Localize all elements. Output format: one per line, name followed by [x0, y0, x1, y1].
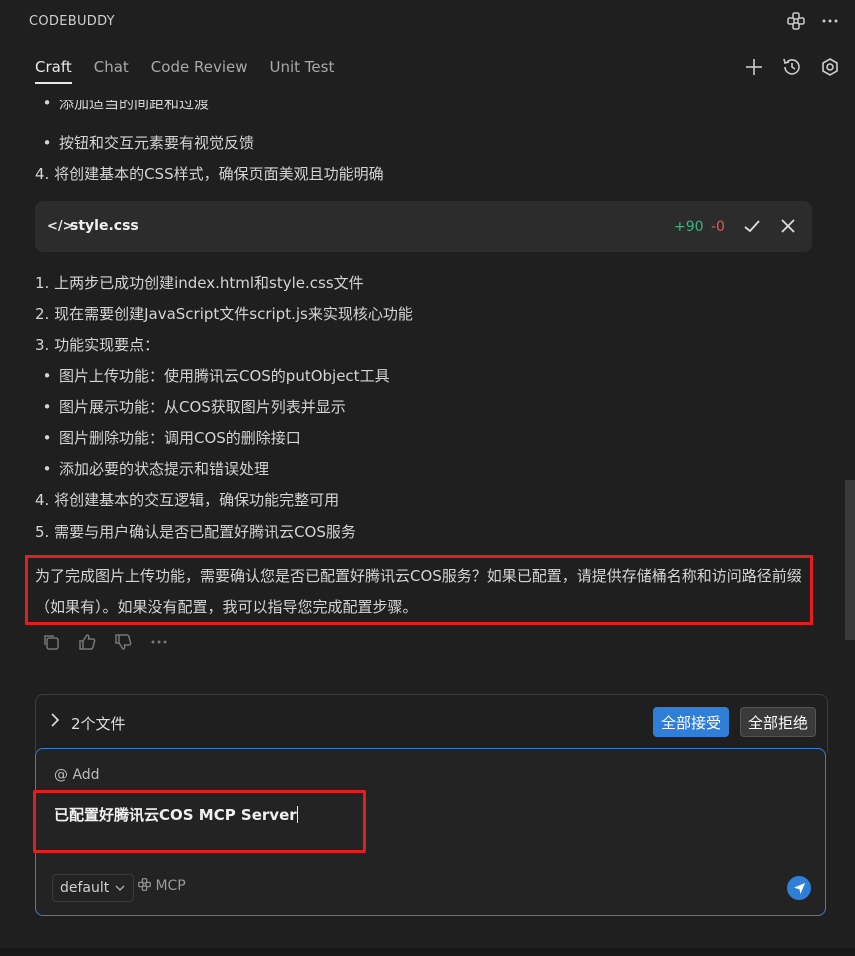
input-highlight-box [33, 790, 366, 853]
tab-chat[interactable]: Chat [94, 58, 129, 84]
list-item: 添加必要的状态提示和错误处理 [35, 458, 269, 479]
history-icon[interactable] [781, 56, 803, 78]
send-button[interactable] [787, 876, 811, 900]
list-item: 按钮和交互元素要有视觉反馈 [35, 132, 254, 153]
new-chat-icon[interactable] [743, 56, 765, 78]
reject-close-icon[interactable] [777, 215, 799, 237]
tab-bar: Craft Chat Code Review Unit Test [35, 58, 334, 84]
list-item: 3. 功能实现要点： [35, 336, 160, 354]
list-item: 4. 将创建基本的CSS样式，确保页面美观且功能明确 [35, 165, 384, 183]
status-bar [0, 948, 855, 956]
file-name: style.css [70, 218, 139, 234]
tab-craft[interactable]: Craft [35, 58, 72, 84]
add-context-button[interactable]: @ Add [54, 767, 100, 783]
additions-count: +90 [674, 219, 704, 235]
list-item: 图片删除功能：调用COS的删除接口 [35, 427, 301, 448]
mcp-plugin-icon[interactable] [785, 10, 807, 32]
chevron-right-icon[interactable] [50, 713, 60, 731]
conversation: 添加适当的间距和过渡 按钮和交互元素要有视觉反馈 4. 将创建基本的CSS样式，… [0, 100, 845, 660]
list-item: 图片上传功能：使用腾讯云COS的putObject工具 [35, 365, 390, 386]
scrollbar-thumb[interactable] [845, 480, 855, 640]
copy-icon[interactable] [40, 631, 62, 653]
mcp-toggle[interactable]: MCP [138, 878, 186, 894]
mode-select[interactable]: default [52, 874, 134, 902]
chevron-down-icon [115, 885, 125, 891]
top-bar: CODEBUDDY [0, 0, 855, 44]
list-item: 5. 需要与用户确认是否已配置好腾讯云COS服务 [35, 523, 356, 541]
tab-code-review[interactable]: Code Review [151, 58, 248, 84]
thumbs-down-icon[interactable] [112, 631, 134, 653]
message-actions [40, 631, 170, 653]
question-highlight-box [25, 555, 813, 625]
pending-files-bar: 2个文件 全部接受 全部拒绝 [35, 694, 828, 753]
list-item: 2. 现在需要创建JavaScript文件script.js来实现核心功能 [35, 305, 413, 323]
list-item: 添加适当的间距和过渡 [35, 100, 209, 113]
list-item: 1. 上两步已成功创建index.html和style.css文件 [35, 274, 364, 292]
send-icon [793, 882, 805, 894]
tab-actions [743, 56, 841, 78]
tab-unit-test[interactable]: Unit Test [269, 58, 334, 84]
mcp-icon [138, 878, 151, 891]
mode-select-value: default [60, 880, 110, 896]
list-item: 图片展示功能：从COS获取图片列表并显示 [35, 396, 346, 417]
accept-check-icon[interactable] [741, 215, 763, 237]
file-change-card[interactable]: </> style.css +90 -0 [35, 201, 812, 252]
more-options-icon[interactable] [819, 10, 841, 32]
more-actions-icon[interactable] [148, 631, 170, 653]
accept-all-button[interactable]: 全部接受 [653, 707, 729, 737]
top-icons [785, 10, 841, 32]
list-item: 4. 将创建基本的交互逻辑，确保功能完整可用 [35, 491, 340, 509]
settings-icon[interactable] [819, 56, 841, 78]
files-count[interactable]: 2个文件 [71, 713, 126, 734]
reject-all-button[interactable]: 全部拒绝 [740, 707, 816, 737]
thumbs-up-icon[interactable] [76, 631, 98, 653]
app-title: CODEBUDDY [29, 14, 115, 29]
deletions-count: -0 [711, 219, 725, 235]
mcp-label: MCP [155, 878, 186, 894]
